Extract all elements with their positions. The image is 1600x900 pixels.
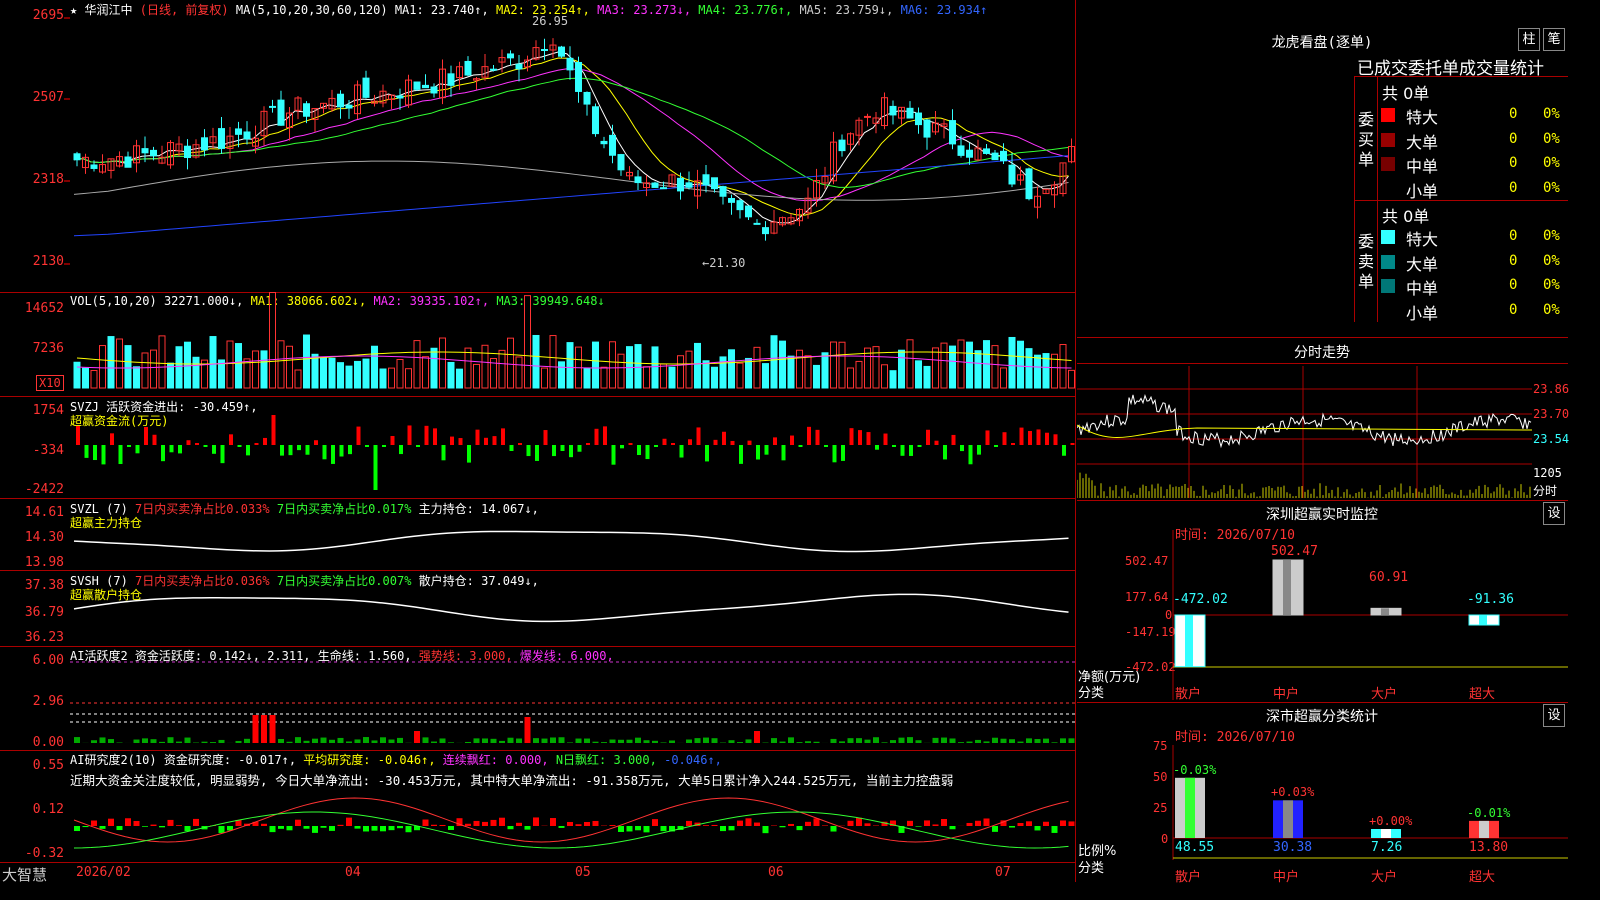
right-charts-canvas <box>1077 366 1568 860</box>
right-panel: 龙虎看盘(逐单) 柱 笔 已成交委托单成交量统计 委买单 委卖单 共 0单 共 … <box>1077 0 1569 885</box>
chart-area[interactable]: ★ 华润江中 (日线, 前复权) MA(5,10,20,30,60,120) M… <box>0 0 1076 884</box>
indicator-canvas <box>64 17 1076 849</box>
